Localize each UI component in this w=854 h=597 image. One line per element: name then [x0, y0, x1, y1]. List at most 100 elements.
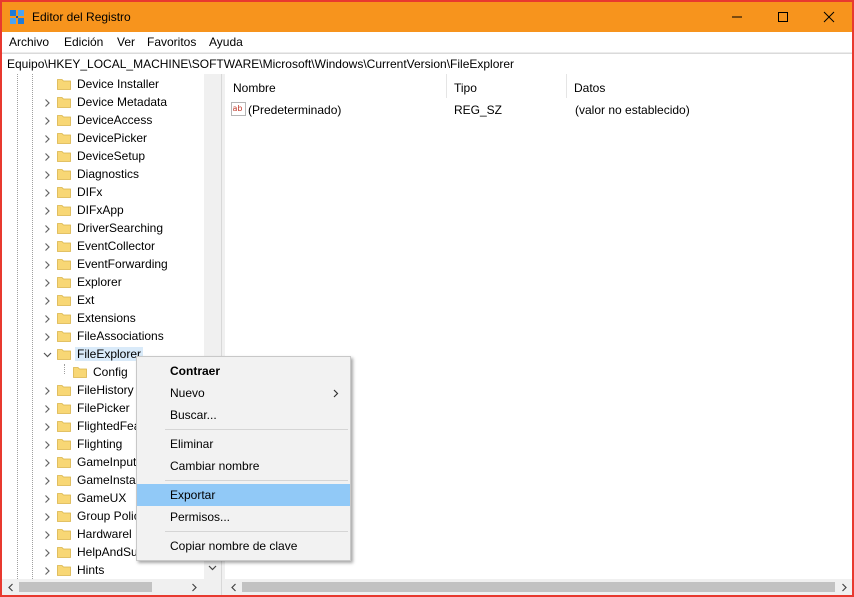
- menu-archivo[interactable]: Archivo: [9, 35, 49, 49]
- tree-item[interactable]: FileAssociations: [2, 327, 204, 345]
- menu-item-label: Exportar: [170, 488, 216, 502]
- scroll-right-arrow-icon[interactable]: [190, 583, 198, 592]
- address-bar[interactable]: Equipo\HKEY_LOCAL_MACHINE\SOFTWARE\Micro…: [2, 53, 852, 75]
- tree-item[interactable]: EventCollector: [2, 237, 204, 255]
- chevron-right-icon[interactable]: [43, 403, 51, 413]
- tree-item-label: FilePicker: [77, 401, 130, 415]
- tree-item[interactable]: Hints: [2, 561, 204, 579]
- menu-item-nuevo[interactable]: Nuevo: [137, 382, 350, 404]
- scroll-down-arrow-icon[interactable]: [208, 564, 217, 572]
- scroll-thumb[interactable]: [19, 582, 152, 592]
- column-header-data[interactable]: Datos: [566, 74, 852, 98]
- folder-icon: [57, 437, 71, 451]
- chevron-right-icon[interactable]: [43, 331, 51, 341]
- folder-icon: [57, 383, 71, 397]
- folder-icon: [57, 311, 71, 325]
- chevron-right-icon[interactable]: [43, 151, 51, 161]
- tree-item[interactable]: Extensions: [2, 309, 204, 327]
- chevron-right-icon[interactable]: [43, 277, 51, 287]
- column-header-name[interactable]: Nombre: [225, 74, 447, 98]
- column-header-type[interactable]: Tipo: [446, 74, 567, 98]
- menu-ayuda[interactable]: Ayuda: [209, 35, 243, 49]
- folder-icon: [57, 293, 71, 307]
- chevron-right-icon[interactable]: [43, 259, 51, 269]
- chevron-right-icon[interactable]: [43, 475, 51, 485]
- tree-item[interactable]: DIFxApp: [2, 201, 204, 219]
- chevron-right-icon[interactable]: [43, 493, 51, 503]
- chevron-right-icon[interactable]: [43, 115, 51, 125]
- chevron-right-icon[interactable]: [43, 169, 51, 179]
- folder-icon: [57, 95, 71, 109]
- tree-item[interactable]: DeviceAccess: [2, 111, 204, 129]
- folder-icon: [57, 455, 71, 469]
- tree-item[interactable]: DIFx: [2, 183, 204, 201]
- tree-item[interactable]: EventForwarding: [2, 255, 204, 273]
- chevron-right-icon[interactable]: [43, 205, 51, 215]
- folder-icon: [57, 401, 71, 415]
- menu-item-label: Buscar...: [170, 408, 217, 422]
- list-horizontal-scrollbar[interactable]: [225, 579, 852, 595]
- menu-item-eliminar[interactable]: Eliminar: [137, 433, 350, 455]
- tree-item-label: DeviceAccess: [77, 113, 153, 127]
- chevron-right-icon[interactable]: [43, 295, 51, 305]
- scroll-left-arrow-icon[interactable]: [230, 583, 238, 592]
- menu-item-permisos[interactable]: Permisos...: [137, 506, 350, 528]
- chevron-right-icon[interactable]: [43, 187, 51, 197]
- chevron-right-icon[interactable]: [43, 547, 51, 557]
- tree-item-label: DriverSearching: [77, 221, 164, 235]
- maximize-button[interactable]: [760, 2, 806, 32]
- folder-icon: [57, 149, 71, 163]
- scroll-right-arrow-icon[interactable]: [840, 583, 848, 592]
- menu-item-exportar[interactable]: Exportar: [137, 484, 350, 506]
- close-button[interactable]: [806, 2, 852, 32]
- value-type: REG_SZ: [454, 103, 503, 117]
- tree-item[interactable]: Device Metadata: [2, 93, 204, 111]
- folder-icon: [57, 491, 71, 505]
- folder-icon: [57, 221, 71, 235]
- title-bar[interactable]: Editor del Registro: [2, 2, 852, 32]
- chevron-right-icon[interactable]: [43, 529, 51, 539]
- tree-item[interactable]: DeviceSetup: [2, 147, 204, 165]
- chevron-right-icon[interactable]: [43, 421, 51, 431]
- chevron-down-icon[interactable]: [43, 349, 52, 359]
- chevron-right-icon[interactable]: [43, 457, 51, 467]
- tree-item[interactable]: Device Installer: [2, 75, 204, 93]
- tree-item[interactable]: Ext: [2, 291, 204, 309]
- tree-item[interactable]: DriverSearching: [2, 219, 204, 237]
- folder-icon: [57, 167, 71, 181]
- chevron-right-icon[interactable]: [43, 313, 51, 323]
- close-icon: [823, 11, 835, 23]
- folder-icon: [57, 473, 71, 487]
- tree-horizontal-scrollbar[interactable]: [2, 579, 221, 595]
- maximize-icon: [778, 12, 788, 22]
- chevron-right-icon[interactable]: [43, 439, 51, 449]
- chevron-right-icon[interactable]: [43, 511, 51, 521]
- tree-item[interactable]: Explorer: [2, 273, 204, 291]
- menu-separator: [165, 429, 348, 430]
- menu-edicion[interactable]: Edición: [64, 35, 103, 49]
- menu-item-contraer[interactable]: Contraer: [137, 360, 350, 382]
- menu-item-cambiar-nombre[interactable]: Cambiar nombre: [137, 455, 350, 477]
- scroll-left-arrow-icon[interactable]: [7, 583, 15, 592]
- menu-item-copiar-nombre-de-clave[interactable]: Copiar nombre de clave: [137, 535, 350, 557]
- menu-favoritos[interactable]: Favoritos: [147, 35, 196, 49]
- tree-item-label: Config: [93, 365, 128, 379]
- tree-item[interactable]: Diagnostics: [2, 165, 204, 183]
- menu-item-buscar[interactable]: Buscar...: [137, 404, 350, 426]
- scroll-thumb[interactable]: [242, 582, 835, 592]
- tree-item-label: Device Installer: [77, 77, 160, 91]
- menu-ver[interactable]: Ver: [117, 35, 135, 49]
- folder-icon: [57, 113, 71, 127]
- tree-item-label: Ext: [77, 293, 95, 307]
- chevron-right-icon[interactable]: [43, 385, 51, 395]
- chevron-right-icon[interactable]: [43, 223, 51, 233]
- minimize-button[interactable]: [714, 2, 760, 32]
- menu-item-label: Copiar nombre de clave: [170, 539, 298, 553]
- folder-icon: [57, 131, 71, 145]
- chevron-right-icon[interactable]: [43, 241, 51, 251]
- folder-icon: [57, 563, 71, 577]
- chevron-right-icon[interactable]: [43, 97, 51, 107]
- chevron-right-icon[interactable]: [43, 133, 51, 143]
- tree-item[interactable]: DevicePicker: [2, 129, 204, 147]
- chevron-right-icon[interactable]: [43, 565, 51, 575]
